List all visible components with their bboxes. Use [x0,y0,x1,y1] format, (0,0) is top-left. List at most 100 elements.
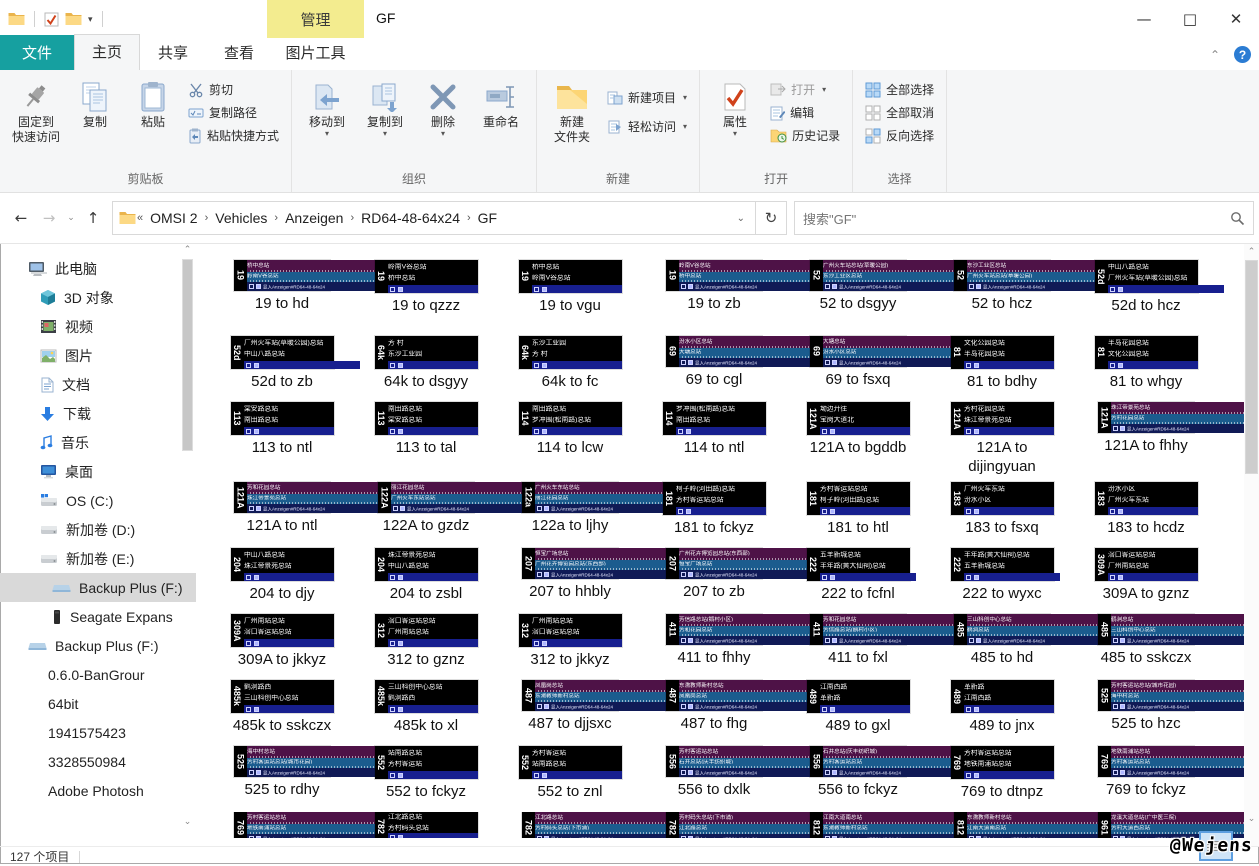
sidebar-item--[interactable]: 音乐 [0,428,196,457]
ribbon-button[interactable]: 全部选择 [859,78,940,101]
file-item[interactable]: 207恒宝广场总站广州花卉博览园总站(东西部)显入Anzeigen#RD64-4… [498,548,642,614]
file-item[interactable]: 769芳村客运站总站地铁南浦站总站显入Anzeigen#RD64-48-64x2… [210,812,354,838]
file-item[interactable]: 309A广州南站总站滘口客运站总站309A to jkkyz [210,614,354,680]
ribbon-button[interactable]: 粘贴 [125,74,181,132]
ribbon-button[interactable]: 打开▾ [764,78,846,101]
folder-icon[interactable] [65,12,82,26]
file-item[interactable]: 122a广州火车东站总站丽江花园总站显入Anzeigen#RD64-48-64x… [498,482,642,548]
file-item[interactable]: 52d中山八路总站广州火车站(草暖公园)总站52d to hcz [1074,260,1218,336]
sidebar-item-backup-plus-f-[interactable]: Backup Plus (F:) [0,631,196,660]
ribbon-button[interactable]: 历史记录 [764,124,846,147]
file-item[interactable]: 769芳村客运站总站地铁南浦站总站769 to dtnpz [930,746,1074,812]
ribbon-button[interactable]: 复制到▾ [357,74,413,139]
file-item[interactable]: 113棠安路总站南田路总站113 to ntl [210,402,354,482]
sidebar-item-3328550984[interactable]: 3328550984 [0,747,196,776]
breadcrumb-item[interactable]: GF [472,208,503,228]
file-item[interactable]: 114罗冲围(松南路)总站南田路总站114 to ntl [642,402,786,482]
ribbon-button[interactable]: 删除▾ [415,74,471,139]
file-item[interactable]: 52d广州火车站(草暖公园)总站中山八路总站52d to zb [210,336,354,402]
sidebar-item--[interactable]: 文档 [0,370,196,399]
file-item[interactable]: 183广州火车东站汾水小区183 to fsxq [930,482,1074,548]
file-item[interactable]: 204珠江帝景苑总站中山八路总站204 to zsbl [354,548,498,614]
file-item[interactable]: 19岭南V谷总站桥中总站显入Anzeigen#RD64-48-64x2419 t… [642,260,786,336]
file-item[interactable]: 181柯子岭(河田路)总站芳村客运站总站181 to fckyz [642,482,786,548]
file-item[interactable]: 222五羊新城总站丰年路(黄大仙祠)总站222 to fcfnl [786,548,930,614]
file-item[interactable]: 207广州花卉博览园总站(东西部)恒宝广场总站显入Anzeigen#RD64-4… [642,548,786,614]
file-item[interactable]: 552站南路总站芳村客运站552 to fckyz [354,746,498,812]
file-item[interactable]: 411芳信路总站(鹅村小区)芳和花园总站显入Anzeigen#RD64-48-6… [642,614,786,680]
back-button[interactable]: ← [8,205,34,231]
manage-context-header[interactable]: 管理 [267,0,364,38]
file-item[interactable]: 552芳村客运站站南路总站552 to znl [498,746,642,812]
file-item[interactable]: 19岭南V谷总站桥中总站19 to qzzz [354,260,498,336]
ribbon-button[interactable]: 粘贴快捷方式 [182,124,285,147]
tab-主页[interactable]: 主页 [74,34,140,70]
ribbon-button[interactable]: 复制 [67,74,123,132]
tab-共享[interactable]: 共享 [140,36,206,70]
file-item[interactable]: 204中山八路总站珠江帝景苑总站204 to djy [210,548,354,614]
file-item[interactable]: 485三山科创中心总站鹤洞总站显入Anzeigen#RD64-48-64x244… [930,614,1074,680]
breadcrumb-item[interactable]: OMSI 2 [144,208,203,228]
search-input[interactable]: 搜索"GF" [794,201,1254,235]
content-scrollbar[interactable]: ⌃ ⌄ [1244,244,1259,846]
recent-locations-caret[interactable]: ⌄ [64,205,78,231]
ribbon-button[interactable]: 移动到▾ [299,74,355,139]
sidebar-item-0-6-0-bangrour[interactable]: 0.6.0-BanGrour [0,660,196,689]
file-item[interactable]: 81文化公园总站半岛花园总站81 to bdhy [930,336,1074,402]
scroll-down-icon[interactable]: ⌄ [181,816,194,830]
file-item[interactable]: 411芳和花园总站芳信路总站(鹅村小区)显入Anzeigen#RD64-48-6… [786,614,930,680]
breadcrumb-item[interactable]: RD64-48-64x24 [355,208,466,228]
file-item[interactable]: 69大塘总站汾水小区总站显入Anzeigen#RD64-48-64x2469 t… [786,336,930,402]
sidebar-item-os-c-[interactable]: OS (C:) [0,486,196,515]
file-item[interactable]: 487凤凰岗总站东漖教师新村总站显入Anzeigen#RD64-48-64x24… [498,680,642,746]
sidebar-item--[interactable]: 图片 [0,341,196,370]
sidebar-item-1941575423[interactable]: 1941575423 [0,718,196,747]
file-item[interactable]: 312滘口客运站总站广州南站总站312 to gznz [354,614,498,680]
file-item[interactable]: 489江南西路革新路489 to gxl [786,680,930,746]
minimize-button[interactable]: — [1121,0,1167,38]
ribbon-button[interactable]: 全部取消 [859,101,940,124]
file-item[interactable]: 556石井总站(庆丰纺织城)芳村客运站总站显入Anzeigen#RD64-48-… [786,746,930,812]
sidebar-item--[interactable]: 下载 [0,399,196,428]
file-item[interactable]: 782江北路总站芳村码头总站(下市涌)显入Anzeigen#RD64-48-64… [498,812,642,838]
file-item[interactable]: 181芳村客运站总站柯子岭(河田路)总站181 to htl [786,482,930,548]
sidebar-item--[interactable]: 此电脑 [0,254,196,283]
search-icon[interactable] [1230,211,1245,226]
file-item[interactable]: 525海中村总站芳村客运站总站(城市花园)显入Anzeigen#RD64-48-… [210,746,354,812]
ribbon-button[interactable]: 复制路径 [182,101,285,124]
scroll-up-icon[interactable]: ⌃ [181,244,194,258]
sidebar-item-adobe-photosh[interactable]: Adobe Photosh [0,776,196,805]
close-button[interactable]: ✕ [1213,0,1259,38]
scroll-down-icon[interactable]: ⌄ [1244,811,1259,826]
file-item[interactable]: 121A芳村花园总站珠江帝景苑总站121A to dijingyuan [930,402,1074,482]
file-item[interactable]: 52广州火车站总站(草暖公园)东沙工业区总站显入Anzeigen#RD64-48… [786,260,930,336]
sidebar-scrollbar[interactable]: ⌃ ⌄ [181,244,194,846]
sidebar-item-seagate-expans[interactable]: Seagate Expans [0,602,196,631]
ribbon-button[interactable]: 编辑 [764,101,846,124]
checkbox-icon[interactable] [44,12,59,27]
collapse-ribbon-icon[interactable]: ⌃ [1210,48,1220,62]
tab-file[interactable]: 文件 [0,35,74,70]
file-item[interactable]: 64k东沙工业园芳 村64k to fc [498,336,642,402]
ribbon-button[interactable]: 反向选择 [859,124,940,147]
maximize-button[interactable]: □ [1167,0,1213,38]
folder-icon[interactable] [8,12,25,26]
ribbon-button[interactable]: 固定到快速访问 [7,74,65,147]
file-item[interactable]: 485鹤洞总站三山科创中心总站显入Anzeigen#RD64-48-64x244… [1074,614,1218,680]
sidebar-item--[interactable]: 视频 [0,312,196,341]
file-item[interactable]: 114南田路总站罗冲围(松南路)总站114 to lcw [498,402,642,482]
breadcrumb-item[interactable]: Anzeigen [279,208,349,228]
ribbon-button[interactable]: 新建文件夹 [544,74,600,147]
scrollbar-thumb[interactable] [1246,261,1257,473]
sidebar-item--d-[interactable]: 新加卷 (D:) [0,515,196,544]
refresh-button[interactable]: ↻ [756,201,787,235]
breadcrumb-item[interactable]: Vehicles [209,208,273,228]
ribbon-button[interactable]: 新建项目▾ [601,86,693,109]
up-button[interactable]: ↑ [80,205,106,231]
ribbon-button[interactable]: 重命名 [473,74,529,132]
file-item[interactable]: 19桥中总站岭南V谷总站19 to vgu [498,260,642,336]
file-item[interactable]: 222丰年路(黄大仙祠)总站五羊新城总站222 to wyxc [930,548,1074,614]
file-item[interactable]: 489革新路江南西路489 to jnx [930,680,1074,746]
file-item[interactable]: 113南田路总站棠安路总站113 to tal [354,402,498,482]
sidebar-item--e-[interactable]: 新加卷 (E:) [0,544,196,573]
